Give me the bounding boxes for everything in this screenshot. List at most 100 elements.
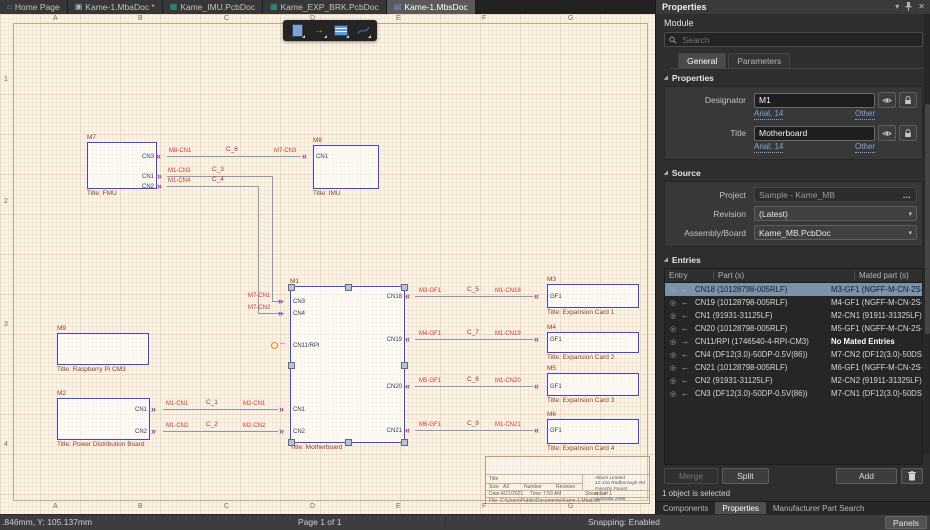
eye-list-icon[interactable]: ◎ [665, 338, 681, 346]
scrollbar-thumb[interactable] [925, 104, 930, 334]
entries-row[interactable]: ◎←CN2 (91931-31125LF)M2-CN2 (91911-31325… [665, 374, 922, 387]
eye-list-icon[interactable]: ◎ [665, 325, 681, 333]
eye-list-icon[interactable]: ◎ [665, 299, 681, 307]
module-M3[interactable]: M3Title: Expansion Card 1GF1 [547, 284, 639, 308]
place-module-icon[interactable] [288, 22, 306, 39]
split-button[interactable]: Split [722, 468, 769, 484]
delete-button[interactable] [901, 468, 923, 484]
selection-handle[interactable] [401, 439, 408, 446]
tab-kame-imu-pcbdoc[interactable]: ▦Kame_IMU.PcbDoc [163, 0, 263, 14]
entries-row[interactable]: ◎←CN21 (10128798-005RLF)M6-GF1 (NGFF-M-C… [665, 361, 922, 374]
selection-handle[interactable] [401, 284, 408, 291]
entries-row[interactable]: ◎←CN19 (10128798-005RLF)M4-GF1 (NGFF-M-C… [665, 296, 922, 309]
port-m4-gf1[interactable]: GF1 [550, 336, 562, 344]
entries-row[interactable]: ◎←CN18 (10128798-005RLF)M3-GF1 (NGFF-M-C… [665, 283, 922, 296]
port-m1-cn3[interactable]: CN3 [293, 298, 305, 306]
revision-select[interactable]: (Latest) ▾ [754, 206, 917, 221]
module-M7[interactable]: M7Title: FMUCN3CN1CN2 [87, 142, 157, 189]
entries-row[interactable]: ◎←CN4 (DF12(3.0)-50DP-0.5V(86))M7-CN2 (D… [665, 348, 922, 361]
title-visibility-button[interactable] [878, 125, 896, 141]
port-m7-cn2[interactable]: CN2 [142, 183, 154, 191]
designator-font-link[interactable]: Arial, 14 [754, 109, 783, 120]
designator-lock-button[interactable] [899, 92, 917, 108]
wire-c-6[interactable] [167, 156, 301, 157]
tab-kame-exp-brk-pcbdoc[interactable]: ▦Kame_EXP_BRK.PcbDoc [263, 0, 387, 14]
eye-list-icon[interactable]: ◎ [665, 312, 681, 320]
module-M4[interactable]: M4Title: Expansion Card 2GF1 [547, 332, 639, 353]
section-header-source[interactable]: ◢ Source [656, 164, 930, 180]
port-m8-cn1[interactable]: CN1 [316, 153, 328, 161]
entries-row[interactable]: ◎→CN11/RPI (1746540-4-RPI-CM3)No Mated E… [665, 335, 922, 348]
tab-parameters[interactable]: Parameters [728, 53, 790, 68]
wire-c-8[interactable] [415, 386, 533, 387]
entries-row[interactable]: ◎←CN20 (10128798-005RLF)M5-GF1 (NGFF-M-C… [665, 322, 922, 335]
ellipsis-icon[interactable]: … [903, 190, 913, 200]
port-m1-cn21[interactable]: CN21 [387, 427, 402, 435]
merge-button[interactable]: Merge [664, 468, 718, 484]
designator-visibility-button[interactable] [878, 92, 896, 108]
port-m1-cn2[interactable]: CN2 [293, 428, 305, 436]
module-M8[interactable]: M8Title: IMUCN1 [313, 145, 379, 189]
selection-handle[interactable] [288, 362, 295, 369]
selection-handle[interactable] [288, 284, 295, 291]
panel-scrollbar[interactable] [924, 14, 930, 454]
tab-kame-1-mbadoc[interactable]: ▣Kame-1.MbaDoc * [68, 0, 163, 14]
module-M9[interactable]: M9Title: Raspberry Pi CM3 [57, 333, 149, 365]
selection-handle[interactable] [345, 439, 352, 446]
wire-c-7[interactable] [415, 339, 533, 340]
title-font-link[interactable]: Arial, 14 [754, 142, 783, 153]
port-m1-cn11-rpi[interactable]: CN11/RPI [293, 342, 320, 350]
title-field[interactable] [754, 126, 875, 141]
selection-handle[interactable] [401, 362, 408, 369]
port-m2-cn1[interactable]: CN1 [135, 406, 147, 414]
add-button[interactable]: Add [836, 468, 897, 484]
module-M1[interactable]: M1Title: MotherboardCN3CN4CN11/RPICN1CN2… [290, 286, 405, 443]
search-box[interactable] [664, 32, 923, 47]
title-other-link[interactable]: Other [855, 142, 875, 153]
eye-list-icon[interactable]: ◎ [665, 351, 681, 359]
selection-handle[interactable] [288, 439, 295, 446]
wire-c-4[interactable] [167, 186, 258, 187]
place-entry-icon[interactable] [332, 22, 350, 39]
place-connection-icon[interactable]: → [310, 22, 328, 39]
eye-list-icon[interactable]: ◎ [665, 286, 681, 294]
schematic-canvas[interactable]: M7Title: FMUCN3CN1CN2M8Title: IMUCN1M9Ti… [0, 14, 655, 515]
wire-c-5[interactable] [415, 296, 533, 297]
entries-header-entry[interactable]: Entry [665, 271, 713, 280]
panels-button[interactable]: Panels [885, 516, 927, 529]
wire-c-4[interactable] [258, 186, 259, 313]
module-M6[interactable]: M6Title: Expansion Card 4GF1 [547, 419, 639, 444]
rigid-flex-icon[interactable] [354, 22, 372, 39]
designator-field[interactable] [754, 93, 875, 108]
port-m5-gf1[interactable]: GF1 [550, 383, 562, 391]
port-m3-gf1[interactable]: GF1 [550, 293, 562, 301]
port-m2-cn2[interactable]: CN2 [135, 428, 147, 436]
search-input[interactable] [681, 34, 919, 46]
entries-row[interactable]: ◎←CN3 (DF12(3.0)-50DP-0.5V(86))M7-CN1 (D… [665, 387, 922, 400]
eye-list-icon[interactable]: ◎ [665, 390, 681, 398]
tab-general[interactable]: General [678, 53, 726, 68]
wire-c-9[interactable] [415, 430, 533, 431]
port-m7-cn1[interactable]: CN1 [142, 173, 154, 181]
section-header-properties[interactable]: ◢ Properties [656, 69, 930, 85]
module-M5[interactable]: M5Title: Expansion Card 3GF1 [547, 373, 639, 396]
selection-handle[interactable] [345, 284, 352, 291]
pin-icon[interactable] [905, 2, 912, 13]
panel-dropdown-icon[interactable]: ▾ [895, 3, 899, 11]
entries-header-mated[interactable]: Mated part (s) [854, 271, 922, 280]
tab-kame-1-mbsdoc[interactable]: ▤Kame-1.MbsDoc [387, 0, 476, 14]
entries-header-part[interactable]: Part (s) [713, 271, 854, 280]
wire-c-2[interactable] [163, 431, 278, 432]
wire-c-1[interactable] [163, 409, 278, 410]
assembly-board-select[interactable]: Kame_MB.PcbDoc ▾ [754, 225, 917, 240]
project-field[interactable]: Sample - Kame_MB … [754, 187, 917, 202]
port-m6-gf1[interactable]: GF1 [550, 427, 562, 435]
section-header-entries[interactable]: ◢ Entries [656, 251, 930, 267]
port-m7-cn3[interactable]: CN3 [142, 153, 154, 161]
title-lock-button[interactable] [899, 125, 917, 141]
port-m1-cn1[interactable]: CN1 [293, 406, 305, 414]
port-m1-cn19[interactable]: CN19 [387, 336, 402, 344]
module-M2[interactable]: M2Title: Power Distribution BoardCN1CN2 [57, 398, 150, 440]
port-m1-cn18[interactable]: CN18 [387, 293, 402, 301]
tab-home-page[interactable]: ⌂Home Page [0, 0, 68, 14]
